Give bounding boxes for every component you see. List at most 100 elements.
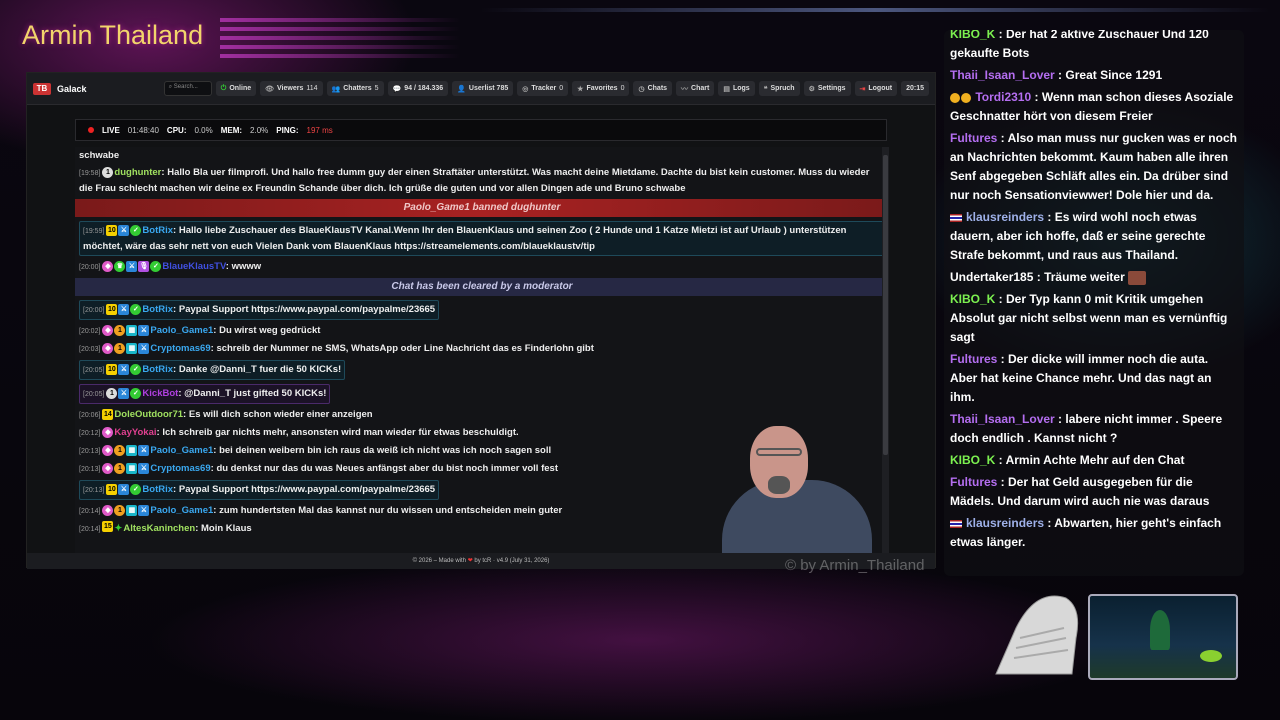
user-badges: 14 <box>102 408 114 420</box>
sub-badge-icon: 10 <box>106 483 118 495</box>
nav-button-viewers[interactable]: 👁 Viewers 114 <box>260 81 323 96</box>
username[interactable]: Paolo_Game1 <box>150 325 213 336</box>
chat-message: [20:05] 10 ⚔ ✓ BotRix: Danke @Danni_T fuer d… <box>75 358 889 382</box>
cpu-label: CPU: <box>166 125 187 135</box>
chat-message: [20:00] 10 ⚔ ✓ BotRix: Paypal Support https:… <box>75 298 889 322</box>
mod-badge-icon: ⚔ <box>118 363 130 375</box>
overlay-chat-message: KIBO_K : Armin Achte Mehr auf den Chat <box>950 453 1185 467</box>
user-badges: 1 <box>102 166 114 178</box>
user-badges: 10 ⚔ ✓ <box>106 224 142 236</box>
username[interactable]: AltesKaninchen <box>123 523 195 534</box>
emote-icon <box>950 92 960 103</box>
chat-bubble-icon: 💬 <box>392 85 402 93</box>
chat-scrollbar[interactable] <box>882 147 889 553</box>
overlay-chat-message: Tordi2310 : Wenn man schon dieses Asozia… <box>950 90 1234 123</box>
username[interactable]: Cryptomas69 <box>150 343 210 354</box>
username[interactable]: Cryptomas69 <box>150 463 210 474</box>
chat-cleared-notice: Chat has been cleared by a moderator <box>75 278 889 296</box>
overlay-message-text: Great Since 1291 <box>1065 68 1163 82</box>
username[interactable]: BlaueKlausTV <box>162 261 225 272</box>
sub-badge-icon: 10 <box>106 224 118 236</box>
message-text: schreib der Nummer ne SMS, WhatsApp oder… <box>216 343 594 354</box>
nav-button-94-184-336[interactable]: 💬 94 / 184.336 <box>387 81 449 96</box>
username[interactable]: dughunter <box>114 167 161 178</box>
timestamp: [20:00] <box>79 264 101 271</box>
username[interactable]: DoleOutdoor71 <box>114 409 183 420</box>
stream-title: Armin Thailand <box>22 20 204 50</box>
nav-button-logout[interactable]: ⇥ Logout <box>854 81 898 96</box>
mod-badge-icon: ⚔ <box>138 324 150 336</box>
gift-badge-icon: 1 <box>114 504 126 516</box>
nav-button-chats[interactable]: ◷ Chats <box>633 81 673 96</box>
nav-button-settings[interactable]: ⚙ Settings <box>803 81 851 96</box>
username[interactable]: BotRix <box>142 304 173 315</box>
user-badges: ◆ 1 ▦ ⚔ <box>102 444 150 456</box>
sub-badge-icon: 10 <box>106 363 118 375</box>
user-badges: ◆ 1 ▦ ⚔ <box>102 504 150 516</box>
message-text: Paypal Support https://www.paypal.com/pa… <box>178 304 436 315</box>
timestamp: [20:13] <box>79 466 101 473</box>
overlay-message-text: Träume weiter <box>1044 270 1125 284</box>
top-decor-stripe <box>480 8 1270 12</box>
sub-badge-icon: ▦ <box>126 342 138 354</box>
chat-message: [20:00] ◆ ♛ ⚔ 🎙 ✓ BlaueKlausTV: wwww <box>79 260 262 272</box>
sub-badge-icon: 10 <box>106 303 118 315</box>
search-input[interactable]: ⌕ Search... <box>163 81 212 96</box>
chat-message: [20:05] 1 ⚔ ✓ KickBot: @Danni_T just gifted … <box>75 382 889 406</box>
nav-button-spruch[interactable]: ❝ Spruch <box>758 81 800 96</box>
message-text: Danke @Danni_T fuer die 50 KICKs! <box>178 364 342 375</box>
timestamp: [20:00] <box>83 307 105 314</box>
app-logo[interactable]: TB Galack <box>33 82 160 95</box>
eye-icon: 👁 <box>265 85 274 93</box>
overlay-chat-message: Fultures : Also man muss nur gucken was … <box>950 131 1237 202</box>
star-icon: ★ <box>577 85 584 93</box>
username[interactable]: BotRix <box>142 364 173 375</box>
username[interactable]: BotRix <box>142 484 173 495</box>
nav-button-favorites[interactable]: ★ Favorites 0 <box>572 81 630 96</box>
sub-badge-icon: ▦ <box>126 504 138 516</box>
username[interactable]: KickBot <box>142 388 178 399</box>
user-badges: 10 ⚔ ✓ <box>106 483 142 495</box>
timestamp: [19:59] <box>83 228 105 235</box>
mod-badge-icon: ⚔ <box>118 387 130 399</box>
thai-flag-icon <box>950 519 962 528</box>
timestamp: [20:13] <box>79 448 101 455</box>
username[interactable]: BotRix <box>142 225 173 236</box>
timestamp: [20:13] <box>83 487 105 494</box>
nav-button-chart[interactable]: 〰 Chart <box>676 81 715 96</box>
message-text: du denkst nur das du was Neues anfängst … <box>216 463 558 474</box>
message-text: Ich schreib gar nichts mehr, ansonsten w… <box>162 427 519 438</box>
scrollbar-thumb[interactable] <box>883 155 888 455</box>
nav-button-logs[interactable]: ▤ Logs <box>718 81 755 96</box>
og-badge-icon: ◆ <box>102 444 114 456</box>
nav-button-tracker[interactable]: ◎ Tracker 0 <box>517 81 569 96</box>
info-badge-icon: 1 <box>106 387 118 399</box>
user-badges: ◆ 1 ▦ ⚔ <box>102 324 150 336</box>
verified-badge-icon: ✓ <box>130 303 142 315</box>
og-badge-icon: ◆ <box>102 324 114 336</box>
overlay-chat-message: KIBO_K : Der hat 2 aktive Zuschauer Und … <box>950 30 1238 63</box>
username[interactable]: Paolo_Game1 <box>150 505 213 516</box>
nav-button-chatters[interactable]: 👥 Chatters 5 <box>326 81 384 96</box>
user-badges: ◆ <box>102 426 114 438</box>
gift-badge-icon: 1 <box>114 324 126 336</box>
timestamp: [20:14] <box>79 508 101 515</box>
nav-button-online[interactable]: ⏻ Online <box>215 81 257 96</box>
username[interactable]: KayYokai <box>114 427 156 438</box>
emote-icon <box>961 92 971 103</box>
target-icon: ◎ <box>522 85 529 93</box>
mem-label: MEM: <box>220 125 243 135</box>
message-text: Hallo liebe Zuschauer des BlaueKlausTV K… <box>83 225 847 252</box>
overlay-chat-message: Fultures : Der dicke will immer noch die… <box>950 352 1212 404</box>
chat-message: [19:58] 1 dughunter: Hallo Bla uer filmpro… <box>79 166 870 194</box>
ban-notice: Paolo_Game1 banned dughunter <box>75 199 889 217</box>
overlay-message-text: Armin Achte Mehr auf den Chat <box>1005 453 1185 467</box>
app-name: Galack <box>57 83 87 94</box>
live-dot-icon <box>88 127 94 133</box>
user-badges: ◆ 1 ▦ ⚔ <box>102 462 150 474</box>
verified-badge-icon: ✓ <box>130 363 142 375</box>
sticker-icon <box>1128 270 1147 285</box>
nav-button-userlist-785[interactable]: 👤 Userlist 785 <box>452 81 514 96</box>
chat-line: schwabe <box>79 150 120 161</box>
username[interactable]: Paolo_Game1 <box>150 445 213 456</box>
